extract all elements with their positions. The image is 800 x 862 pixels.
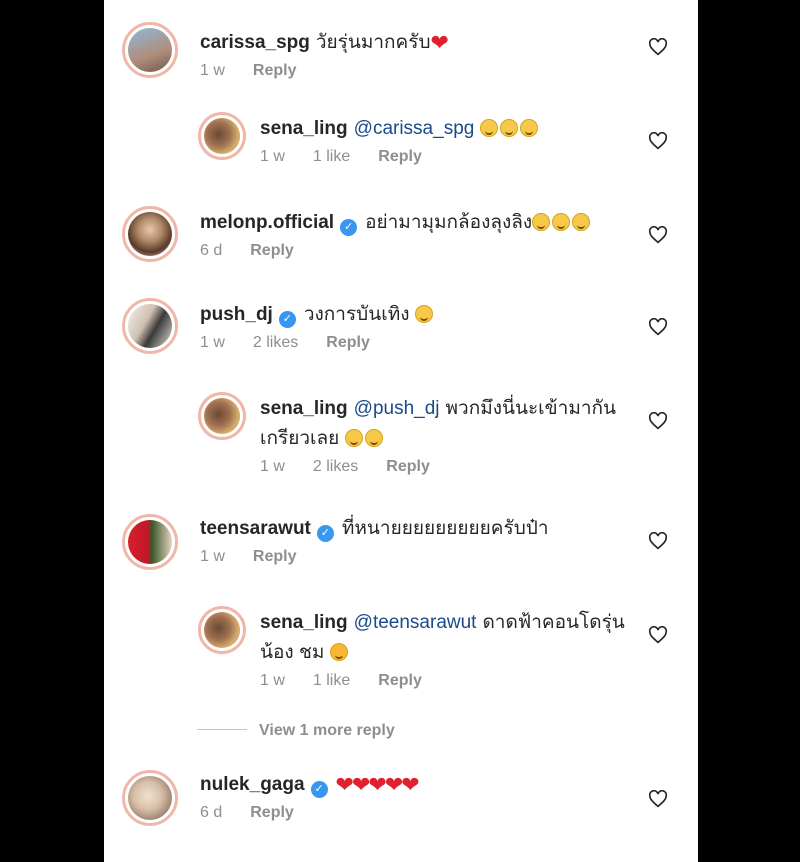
mention-link[interactable]: @teensarawut [354,612,477,633]
like-heart-icon[interactable] [648,226,668,244]
verified-badge-icon: ✓ [340,219,358,236]
username[interactable]: nulek_gaga [200,774,305,795]
comment-time: 1 w [200,334,225,351]
like-heart-icon[interactable] [648,412,668,430]
comment-text: วงการบันเทิง [303,304,410,325]
username[interactable]: teensarawut [200,518,311,539]
reply-row: sena_ling @carissa_spg 1 w 1 like Reply [104,112,698,182]
like-count[interactable]: 1 like [313,148,350,165]
reply-button[interactable]: Reply [253,62,297,79]
verified-badge-icon: ✓ [310,781,328,798]
comment-time: 1 w [260,458,285,475]
reply-button[interactable]: Reply [378,672,422,689]
username[interactable]: carissa_spg [200,32,310,53]
username[interactable]: sena_ling [260,118,348,139]
comment-time: 6 d [200,242,223,259]
username[interactable]: sena_ling [260,398,348,419]
laughing-emoji [364,429,383,447]
comment-time: 1 w [200,548,225,565]
like-count[interactable]: 2 likes [313,458,358,475]
username[interactable]: melonp.official [200,212,334,233]
laughing-emoji [480,119,499,137]
face-emoji [532,213,551,231]
laughing-emoji [414,305,433,323]
comment-text: วัยรุ่นมากครับ [315,32,431,53]
like-heart-icon[interactable] [648,532,668,550]
mention-link[interactable]: @push_dj [354,398,440,419]
view-more-label: View 1 more reply [259,722,395,739]
username[interactable]: push_dj [200,304,273,325]
comment-row: carissa_spg วัยรุ่นมากครับ❤ 1 w Reply [104,22,698,92]
comment-row: push_dj ✓ วงการบันเทิง 1 w 2 likes Reply [104,298,698,368]
view-more-replies-button[interactable]: View 1 more reply [197,722,395,740]
avatar[interactable] [198,606,246,654]
reply-button[interactable]: Reply [326,334,370,351]
avatar[interactable] [122,514,178,570]
reply-button[interactable]: Reply [250,242,294,259]
reply-button[interactable]: Reply [253,548,297,565]
avatar[interactable] [122,298,178,354]
comment-text: อย่ามามุมกล้องลุงลิง [365,212,533,233]
like-heart-icon[interactable] [648,626,668,644]
comment-text: ที่หนายยยยยยยยยครับป๋า [341,518,549,539]
comments-panel: carissa_spg วัยรุ่นมากครับ❤ 1 w Reply sena… [104,0,698,862]
like-heart-icon[interactable] [648,132,668,150]
comment-time: 6 d [200,804,223,821]
like-heart-icon[interactable] [648,790,668,808]
like-heart-icon[interactable] [648,318,668,336]
comment-row: nulek_gaga ✓ ❤❤❤❤❤ 6 d Reply [104,770,698,840]
reply-row: sena_ling @teensarawut ดาดฟ้าคอนโดรุ่นน้อง… [104,606,698,696]
face-emoji [552,213,571,231]
comment-row: melonp.official ✓ อย่ามามุมกล้องลุงลิง 6 d… [104,206,698,276]
comment-time: 1 w [260,148,285,165]
heart-emoji: ❤ [430,30,449,55]
reply-button[interactable]: Reply [378,148,422,165]
comment-row: teensarawut ✓ ที่หนายยยยยยยยยครับป๋า 1 w Re… [104,514,698,584]
like-heart-icon[interactable] [648,38,668,56]
verified-badge-icon: ✓ [316,525,334,542]
like-count[interactable]: 1 like [313,672,350,689]
mention-link[interactable]: @carissa_spg [354,118,475,139]
avatar[interactable] [122,22,178,78]
heart-emojis: ❤❤❤❤❤ [335,772,420,797]
reply-button[interactable]: Reply [386,458,430,475]
divider [197,729,247,730]
username[interactable]: sena_ling [260,612,348,633]
verified-badge-icon: ✓ [278,311,296,328]
like-count[interactable]: 2 likes [253,334,298,351]
face-emoji [572,213,591,231]
laughing-emoji [344,429,363,447]
heart-eyes-emoji [329,643,348,661]
comment-time: 1 w [260,672,285,689]
comment-time: 1 w [200,62,225,79]
reply-row: sena_ling @push_dj พวกมึงนี่นะเข้ามากันเกร… [104,392,698,482]
avatar[interactable] [198,392,246,440]
reply-button[interactable]: Reply [250,804,294,821]
laughing-emoji [520,119,539,137]
laughing-emoji [500,119,519,137]
avatar[interactable] [122,770,178,826]
avatar[interactable] [198,112,246,160]
avatar[interactable] [122,206,178,262]
